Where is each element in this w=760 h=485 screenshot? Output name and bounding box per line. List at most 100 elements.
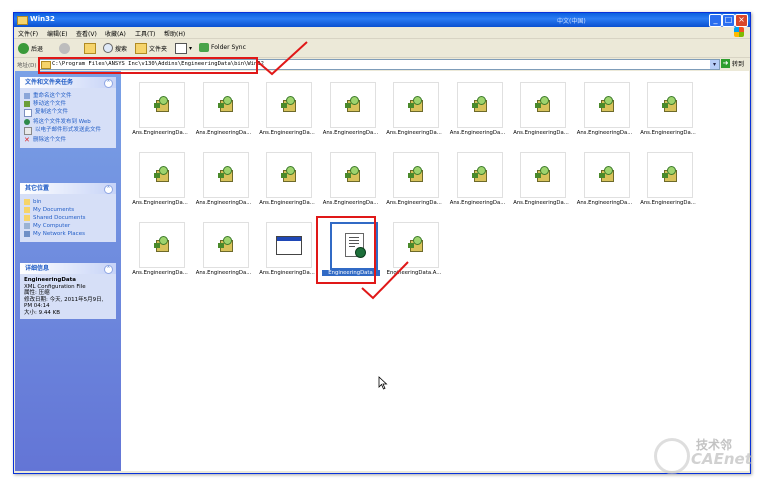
file-item[interactable]: Ans.EngineeringDa... xyxy=(509,149,573,211)
go-arrow-icon: ➜ xyxy=(721,59,730,68)
file-item[interactable]: Ans.EngineeringDa... xyxy=(128,149,192,211)
task-pane: 文件和文件夹任务 ⌃ 重命名这个文件 移动这个文件 复制这个文件 将这个文件发布… xyxy=(15,71,121,471)
dll-setup-icon xyxy=(662,96,677,112)
application-window-icon xyxy=(276,236,302,255)
dll-setup-icon xyxy=(281,96,296,112)
file-item[interactable]: Ans.EngineeringDa... xyxy=(319,79,383,141)
file-tasks-header[interactable]: 文件和文件夹任务 ⌃ xyxy=(20,77,116,88)
file-name: Ans.EngineeringDa... xyxy=(449,130,506,136)
file-name: Ans.EngineeringDa... xyxy=(386,130,442,136)
file-item[interactable]: Ans.EngineeringDa... xyxy=(382,149,446,211)
file-item[interactable]: Ans.EngineeringDa... xyxy=(255,149,319,211)
ime-indicator[interactable]: 中文(中国) xyxy=(557,16,586,25)
folder-sync-icon xyxy=(199,43,209,52)
dll-setup-icon xyxy=(154,166,169,182)
file-item[interactable]: Ans.EngineeringDa... xyxy=(573,149,637,211)
file-item[interactable]: Ans.EngineeringDa... xyxy=(636,149,700,211)
menu-favorites[interactable]: 收藏(A) xyxy=(105,29,126,38)
minimize-button[interactable]: _ xyxy=(709,14,722,27)
place-label: Shared Documents xyxy=(33,215,86,221)
file-item[interactable]: Ans.EngineeringDa... xyxy=(382,79,446,141)
file-item[interactable]: Ans.EngineeringDa... xyxy=(192,219,256,281)
details-header[interactable]: 详细信息 ⌃ xyxy=(20,263,116,274)
go-button[interactable]: ➜ 转到 xyxy=(721,59,744,68)
file-item[interactable]: Ans.EngineeringDa... xyxy=(192,79,256,141)
collapse-icon[interactable]: ⌃ xyxy=(104,265,113,274)
web-publish-icon xyxy=(24,119,30,125)
file-thumbnail xyxy=(202,222,249,268)
menu-edit[interactable]: 编辑(E) xyxy=(47,29,67,38)
menu-help[interactable]: 帮助(H) xyxy=(164,29,185,38)
file-item[interactable]: Ans.EngineeringDa... xyxy=(192,149,256,211)
place-network[interactable]: My Network Places xyxy=(24,231,112,237)
address-dropdown-icon[interactable]: ▾ xyxy=(710,60,719,69)
file-item[interactable]: Ans.EngineeringDa... xyxy=(509,79,573,141)
file-thumbnail xyxy=(647,152,693,198)
file-thumbnail xyxy=(202,82,249,128)
place-my-documents[interactable]: My Documents xyxy=(24,207,112,213)
file-view[interactable]: Ans.EngineeringDa... Ans.EngineeringDa...… xyxy=(121,71,749,471)
file-thumbnail xyxy=(139,152,185,198)
my-documents-icon xyxy=(24,207,30,213)
rename-icon xyxy=(24,93,30,99)
collapse-icon[interactable]: ⌃ xyxy=(104,79,113,88)
task-rename[interactable]: 重命名这个文件 xyxy=(24,93,112,99)
file-thumbnail xyxy=(266,82,312,128)
file-item[interactable]: Ans.EngineeringDa... xyxy=(636,79,700,141)
file-name: Ans.EngineeringDa... xyxy=(195,200,252,206)
menu-view[interactable]: 查看(V) xyxy=(76,29,97,38)
search-button[interactable]: 搜索 xyxy=(103,43,127,53)
place-bin[interactable]: bin xyxy=(24,199,112,205)
task-label: 复制这个文件 xyxy=(35,109,69,115)
file-item[interactable]: Ans.EngineeringDa... xyxy=(128,79,192,141)
watermark-text-2: CAEnet xyxy=(691,450,752,468)
dll-setup-icon xyxy=(154,96,169,112)
file-item[interactable]: Ans.EngineeringDa... xyxy=(255,219,319,281)
email-icon xyxy=(24,127,32,135)
mouse-cursor-icon xyxy=(378,376,388,390)
task-email[interactable]: 以电子邮件形式发送此文件 xyxy=(24,127,112,135)
task-publish-web[interactable]: 将这个文件发布到 Web xyxy=(24,119,112,125)
up-folder-button[interactable] xyxy=(84,43,96,54)
file-thumbnail xyxy=(139,222,185,268)
file-name: Ans.EngineeringDa... xyxy=(640,130,696,136)
folders-button[interactable]: 文件夹 xyxy=(135,43,167,54)
file-thumbnail xyxy=(266,152,312,198)
go-label: 转到 xyxy=(732,61,745,68)
back-button[interactable]: 后退 xyxy=(18,43,43,54)
network-places-icon xyxy=(24,231,30,237)
file-item[interactable]: EngineeringData.A... xyxy=(382,219,446,281)
place-label: My Network Places xyxy=(33,231,85,237)
file-name: Ans.EngineeringDa... xyxy=(640,200,696,206)
file-name: Ans.EngineeringDa... xyxy=(195,130,252,136)
task-move[interactable]: 移动这个文件 xyxy=(24,101,112,107)
dll-setup-icon xyxy=(344,166,360,182)
dll-setup-icon xyxy=(408,166,423,182)
task-copy[interactable]: 复制这个文件 xyxy=(24,109,112,117)
file-item[interactable]: Ans.EngineeringDa... xyxy=(319,149,383,211)
file-item[interactable]: Ans.EngineeringDa... xyxy=(446,149,510,211)
place-shared-documents[interactable]: Shared Documents xyxy=(24,215,112,221)
title-bar[interactable]: Win32 中文(中国) _ □ × xyxy=(14,13,750,27)
place-label: bin xyxy=(33,199,42,205)
details-panel: 详细信息 ⌃ EngineeringData XML Configuration… xyxy=(20,263,116,319)
collapse-icon[interactable]: ⌃ xyxy=(104,185,113,194)
maximize-button[interactable]: □ xyxy=(722,14,735,27)
other-places-header[interactable]: 其它位置 ⌃ xyxy=(20,183,116,194)
dll-setup-icon xyxy=(408,236,423,252)
task-delete[interactable]: ✕ 删除这个文件 xyxy=(24,137,112,144)
file-item[interactable]: Ans.EngineeringDa... xyxy=(255,79,319,141)
forward-button[interactable] xyxy=(59,43,70,54)
place-my-computer[interactable]: My Computer xyxy=(24,223,112,229)
file-item[interactable]: Ans.EngineeringDa... xyxy=(446,79,510,141)
file-item[interactable]: Ans.EngineeringDa... xyxy=(128,219,192,281)
menu-file[interactable]: 文件(F) xyxy=(18,29,38,38)
menu-tools[interactable]: 工具(T) xyxy=(135,29,155,38)
views-button[interactable]: ▾ xyxy=(175,43,192,54)
close-button[interactable]: × xyxy=(735,14,748,27)
task-label: 重命名这个文件 xyxy=(33,93,72,99)
file-item[interactable]: Ans.EngineeringDa... xyxy=(573,79,637,141)
folder-icon xyxy=(24,215,30,221)
folder-sync-button[interactable]: Folder Sync xyxy=(199,43,246,52)
file-thumbnail xyxy=(520,152,566,198)
